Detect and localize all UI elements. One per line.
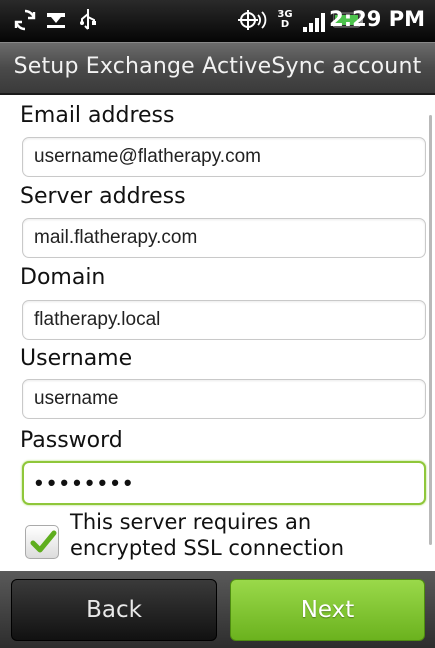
username-field-value: username: [34, 388, 119, 409]
password-field-value: ••••••••: [35, 470, 137, 495]
domain-field[interactable]: flatherapy.local: [22, 300, 426, 340]
email-label: Email address: [20, 103, 175, 128]
username-field[interactable]: username: [22, 379, 426, 419]
back-button[interactable]: Back: [11, 579, 217, 641]
scrollbar[interactable]: [429, 115, 432, 545]
domain-field-value: flatherapy.local: [34, 309, 161, 330]
signal-icon: [301, 8, 327, 32]
gps-icon: [236, 8, 268, 32]
ssl-checkbox-label: This server requires an encrypted SSL co…: [70, 510, 345, 560]
next-button[interactable]: Next: [230, 579, 425, 641]
email-field[interactable]: username@flatherapy.com: [22, 137, 426, 177]
network-3g-icon: 3G D: [275, 8, 295, 32]
checkmark-icon: [28, 527, 58, 561]
sync-icon: [12, 8, 38, 32]
page-title: Setup Exchange ActiveSync account: [13, 54, 422, 79]
server-field[interactable]: mail.flatherapy.com: [22, 218, 426, 258]
username-label: Username: [20, 346, 133, 371]
network-subtype-label: D: [280, 19, 290, 30]
password-field[interactable]: ••••••••: [22, 461, 426, 505]
email-field-value: username@flatherapy.com: [34, 146, 261, 167]
clock: 2:29 PM: [329, 7, 425, 31]
button-bar: Back Next: [0, 571, 435, 648]
account-setup-form: Email address username@flatherapy.com Se…: [0, 95, 435, 571]
title-bar: Setup Exchange ActiveSync account: [0, 42, 435, 95]
domain-label: Domain: [20, 265, 106, 290]
usb-icon: [76, 8, 100, 32]
password-label: Password: [20, 428, 123, 453]
status-bar: 3G D 2:29 PM: [0, 0, 435, 42]
ssl-checkbox[interactable]: [25, 525, 59, 559]
server-label: Server address: [20, 184, 186, 209]
notification-icon: [44, 8, 68, 32]
server-field-value: mail.flatherapy.com: [34, 227, 198, 248]
